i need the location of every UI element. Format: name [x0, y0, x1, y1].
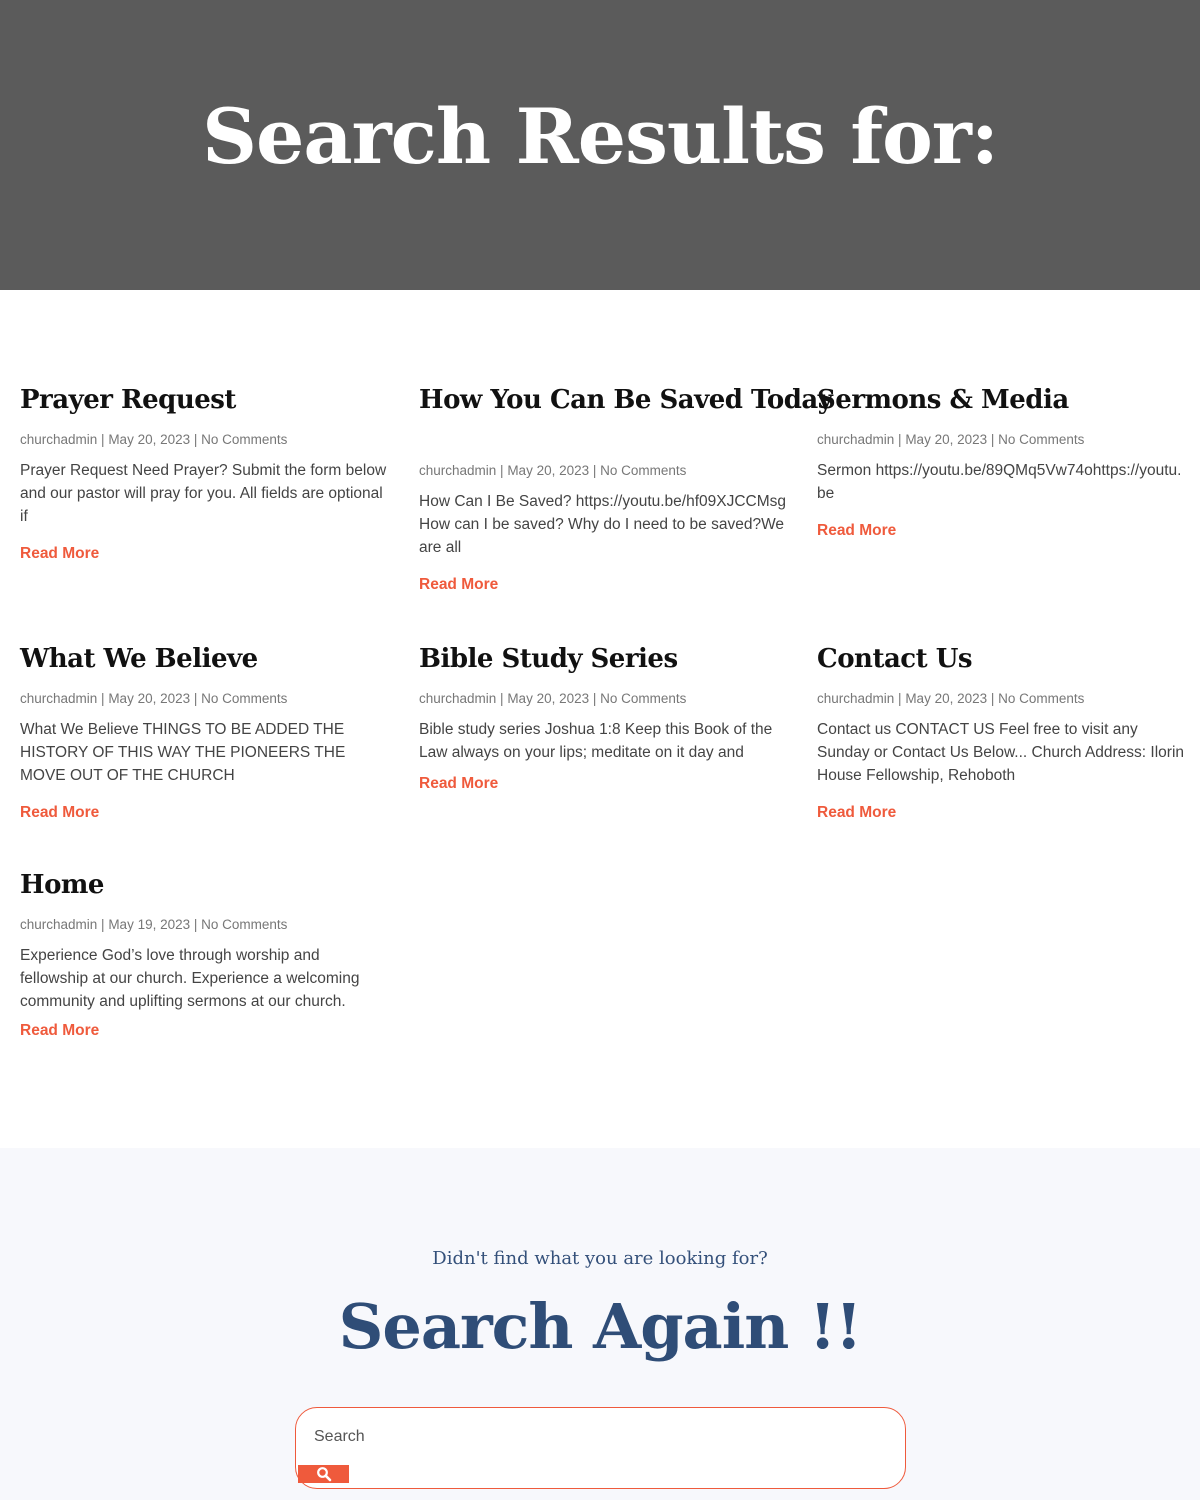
post-excerpt: Contact us CONTACT US Feel free to visit…: [817, 721, 1185, 784]
read-more-link[interactable]: Read More: [817, 803, 896, 823]
read-more-link[interactable]: Read More: [817, 521, 896, 541]
read-more-link[interactable]: Read More: [20, 544, 99, 564]
search-heading: Search Again !!: [338, 1290, 863, 1363]
post-comments[interactable]: No Comments: [600, 463, 686, 478]
read-more-link[interactable]: Read More: [20, 803, 99, 823]
post-title[interactable]: Prayer Request: [20, 382, 390, 418]
post-author[interactable]: churchadmin: [20, 432, 97, 447]
post-title[interactable]: How You Can Be Saved Today: [419, 382, 833, 418]
post-date: May 19, 2023: [108, 917, 191, 932]
search-icon: [316, 1467, 331, 1482]
post-author[interactable]: churchadmin: [20, 917, 97, 932]
post-comments[interactable]: No Comments: [201, 917, 287, 932]
post-meta: churchadmin | May 20, 2023 | No Comments: [20, 432, 288, 447]
post-date: May 20, 2023: [905, 691, 988, 706]
read-more-link[interactable]: Read More: [20, 1021, 99, 1041]
read-more-link[interactable]: Read More: [419, 575, 498, 595]
page-title: Search Results for:: [202, 91, 999, 181]
post-excerpt: Sermon https://youtu.be/89QMq5Vw74ohttps…: [817, 462, 1182, 502]
post-title[interactable]: Contact Us: [817, 641, 1187, 677]
post-author[interactable]: churchadmin: [419, 691, 496, 706]
post-card: Bible Study Series churchadmin | May 20,…: [419, 641, 789, 794]
post-card: What We Believe churchadmin | May 20, 20…: [20, 641, 390, 823]
post-excerpt: How Can I Be Saved? https://youtu.be/hf0…: [419, 493, 787, 556]
post-meta: churchadmin | May 20, 2023 | No Comments: [419, 691, 687, 706]
post-excerpt: Prayer Request Need Prayer? Submit the f…: [20, 462, 387, 525]
post-comments[interactable]: No Comments: [600, 691, 686, 706]
post-date: May 20, 2023: [108, 691, 191, 706]
post-card: Home churchadmin | May 19, 2023 | No Com…: [20, 867, 390, 1041]
post-excerpt: Experience God’s love through worship an…: [20, 947, 360, 1010]
post-excerpt: Bible study series Joshua 1:8 Keep this …: [419, 721, 773, 761]
post-author[interactable]: churchadmin: [817, 691, 894, 706]
search-form: [295, 1407, 906, 1489]
post-comments[interactable]: No Comments: [998, 691, 1084, 706]
search-again-section: Didn't find what you are looking for? Se…: [0, 1148, 1200, 1500]
post-date: May 20, 2023: [905, 432, 988, 447]
post-excerpt: What We Believe THINGS TO BE ADDED THE H…: [20, 721, 346, 784]
post-meta: churchadmin | May 19, 2023 | No Comments: [20, 917, 288, 932]
post-author[interactable]: churchadmin: [20, 691, 97, 706]
post-date: May 20, 2023: [507, 463, 590, 478]
post-title[interactable]: Sermons & Media: [817, 382, 1187, 418]
page-hero: Search Results for:: [0, 0, 1200, 290]
post-comments[interactable]: No Comments: [201, 432, 287, 447]
post-author[interactable]: churchadmin: [817, 432, 894, 447]
post-meta: churchadmin | May 20, 2023 | No Comments: [817, 432, 1085, 447]
post-meta: churchadmin | May 20, 2023 | No Comments: [20, 691, 288, 706]
post-card: How You Can Be Saved Today churchadmin |…: [419, 382, 833, 595]
post-card: Prayer Request churchadmin | May 20, 202…: [20, 382, 390, 564]
read-more-link[interactable]: Read More: [419, 774, 498, 794]
post-meta: churchadmin | May 20, 2023 | No Comments: [419, 463, 687, 478]
search-button[interactable]: [298, 1465, 349, 1483]
search-input[interactable]: [314, 1424, 874, 1450]
post-card: Sermons & Media churchadmin | May 20, 20…: [817, 382, 1187, 541]
post-card: Contact Us churchadmin | May 20, 2023 | …: [817, 641, 1187, 823]
post-title[interactable]: Bible Study Series: [419, 641, 789, 677]
post-date: May 20, 2023: [108, 432, 191, 447]
post-title[interactable]: What We Believe: [20, 641, 390, 677]
post-author[interactable]: churchadmin: [419, 463, 496, 478]
post-date: May 20, 2023: [507, 691, 590, 706]
post-title[interactable]: Home: [20, 867, 390, 903]
post-comments[interactable]: No Comments: [201, 691, 287, 706]
post-comments[interactable]: No Comments: [998, 432, 1084, 447]
post-meta: churchadmin | May 20, 2023 | No Comments: [817, 691, 1085, 706]
search-subheading: Didn't find what you are looking for?: [432, 1248, 768, 1269]
